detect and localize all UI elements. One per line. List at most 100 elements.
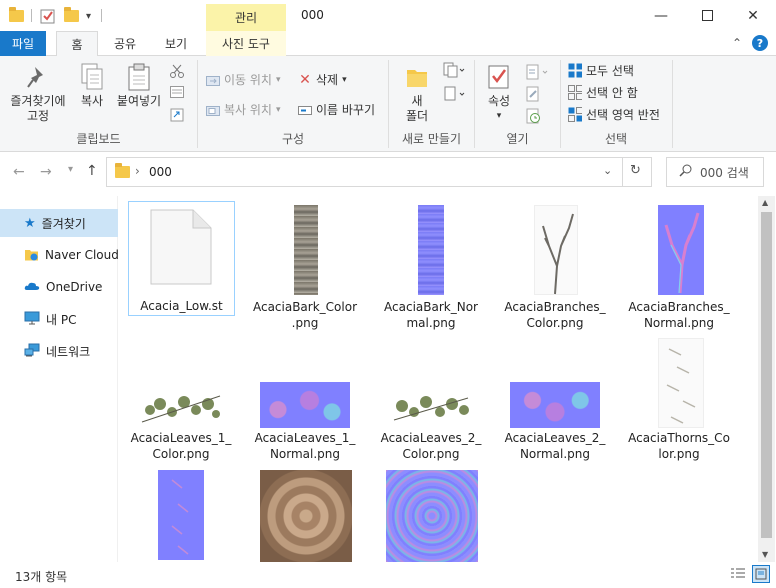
file-item[interactable]: AcaciaLeaves_2_ Color.png <box>376 378 486 468</box>
blank-file-icon <box>149 208 213 289</box>
copy-icon <box>78 62 106 92</box>
history-icon[interactable] <box>525 108 541 124</box>
file-name: AcaciaBark_Nor mal.png <box>384 300 478 330</box>
tab-share[interactable]: 공유 <box>104 31 146 56</box>
file-list: Acacia_Low.st AcaciaBark_Color .png Acac… <box>118 196 758 562</box>
properties-button[interactable]: 속성 ▾ <box>481 62 517 124</box>
bark-color-thumbnail <box>294 205 318 295</box>
nav-item-label: OneDrive <box>46 280 103 294</box>
cut-icon[interactable] <box>170 64 184 78</box>
collapse-ribbon-icon[interactable]: ⌃ <box>732 36 742 50</box>
quick-access-folder-icon[interactable] <box>9 6 24 26</box>
file-item[interactable]: AcaciaBranches_ Color.png <box>500 201 610 330</box>
large-icons-view-icon[interactable] <box>752 565 770 583</box>
file-item[interactable] <box>126 468 236 562</box>
pin-to-quick-access-button[interactable]: 즐겨찾기에 고정 <box>6 62 70 124</box>
maximize-button[interactable] <box>684 0 730 31</box>
help-icon[interactable]: ? <box>752 35 768 51</box>
properties-label: 속성 <box>487 94 511 108</box>
select-all-label: 모두 선택 <box>586 64 634 78</box>
file-item[interactable] <box>376 468 486 562</box>
forward-button[interactable]: → <box>40 164 52 180</box>
pin-label: 즐겨찾기에 고정 <box>10 94 66 123</box>
minimize-button[interactable]: — <box>638 0 684 31</box>
delete-button[interactable]: ✕ 삭제 ▾ <box>298 71 347 88</box>
tab-file[interactable]: 파일 <box>0 31 46 56</box>
tab-view[interactable]: 보기 <box>152 31 200 56</box>
wood-color-thumbnail <box>260 470 352 562</box>
copy-to-button[interactable]: 복사 위치 ▾ <box>206 101 281 118</box>
invert-selection-button[interactable]: 선택 영역 반전 <box>568 106 660 123</box>
new-folder-button[interactable]: 새 폴더 <box>397 62 437 124</box>
file-item[interactable]: AcaciaBark_Nor mal.png <box>376 201 486 330</box>
nav-item-onedrive[interactable]: OneDrive <box>0 273 118 301</box>
paste-button[interactable]: 붙여넣기 <box>114 62 164 109</box>
select-none-button[interactable]: 선택 안 함 <box>568 84 638 101</box>
properties-quick-icon[interactable] <box>40 6 56 26</box>
chevron-down-icon: ▾ <box>496 111 502 121</box>
address-path[interactable]: 000 <box>149 165 172 179</box>
nav-item-network[interactable]: 네트워크 <box>0 337 118 365</box>
close-button[interactable]: ✕ <box>730 0 776 31</box>
naver-cloud-icon <box>24 247 39 264</box>
copy-label: 복사 <box>80 94 104 108</box>
nav-item-quick-access[interactable]: ★ 즐겨찾기 <box>0 209 118 237</box>
bark-normal-thumbnail <box>418 205 444 295</box>
nav-item-this-pc[interactable]: 내 PC <box>0 305 118 333</box>
chevron-down-icon: ▾ <box>275 74 281 85</box>
thorns-normal-thumbnail <box>158 470 204 560</box>
copy-button[interactable]: 복사 <box>74 62 110 109</box>
search-icon <box>679 164 692 180</box>
back-button[interactable]: ← <box>13 164 25 180</box>
file-item[interactable] <box>250 468 360 562</box>
new-folder-quick-icon[interactable] <box>64 6 79 26</box>
recent-locations-button[interactable]: ▾ <box>68 164 73 175</box>
scroll-thumb[interactable] <box>761 212 772 538</box>
rename-button[interactable]: 이름 바꾸기 <box>298 101 375 118</box>
file-name: AcaciaThorns_Co lor.png <box>628 431 730 461</box>
tab-home[interactable]: 홈 <box>56 31 98 57</box>
file-name: AcaciaLeaves_2_ Color.png <box>380 431 482 461</box>
refresh-icon[interactable]: ↻ <box>630 163 641 178</box>
scroll-up-icon[interactable]: ▲ <box>762 198 768 207</box>
search-input[interactable]: 000 검색 <box>666 157 764 187</box>
move-to-button[interactable]: 이동 위치 ▾ <box>206 71 281 88</box>
ribbon: 즐겨찾기에 고정 복사 붙여넣기 클립보드 이동 위치 ▾ ✕ 삭제 ▾ 복사 … <box>0 56 776 152</box>
ribbon-tabs: 파일 홈 공유 보기 사진 도구 ⌃ ? <box>0 31 776 57</box>
file-item[interactable]: AcaciaLeaves_1_ Normal.png <box>250 378 360 468</box>
move-to-label: 이동 위치 <box>224 73 272 87</box>
select-all-button[interactable]: 모두 선택 <box>568 62 634 79</box>
scroll-down-icon[interactable]: ▼ <box>762 550 768 559</box>
customize-quick-access-icon[interactable]: ▾ <box>86 6 91 26</box>
paste-shortcut-icon[interactable] <box>170 108 184 122</box>
easy-access-icon[interactable] <box>443 86 465 102</box>
up-button[interactable]: ↑ <box>86 163 98 179</box>
invert-selection-icon <box>568 107 582 122</box>
copy-path-icon[interactable] <box>170 86 184 98</box>
title-bar: ▾ 관리 000 — ✕ <box>0 0 776 31</box>
open-icon[interactable] <box>525 64 549 80</box>
file-item[interactable]: AcaciaBranches_ Normal.png <box>624 201 734 330</box>
address-bar[interactable]: › 000 ⌄ ↻ <box>106 157 652 187</box>
delete-icon: ✕ <box>299 71 311 88</box>
file-item[interactable]: AcaciaLeaves_2_ Normal.png <box>500 378 610 468</box>
new-item-icon[interactable] <box>443 62 465 78</box>
nav-item-naver-cloud[interactable]: Naver Cloud <box>0 241 118 269</box>
file-item[interactable]: AcaciaThorns_Co lor.png <box>624 336 734 468</box>
file-item[interactable]: Acacia_Low.st <box>128 201 235 316</box>
clipboard-group-label: 클립보드 <box>76 132 121 146</box>
star-icon: ★ <box>24 215 36 231</box>
divider <box>101 9 102 22</box>
paste-label: 붙여넣기 <box>116 94 162 108</box>
file-item[interactable]: AcaciaBark_Color .png <box>250 201 360 330</box>
file-item[interactable]: AcaciaLeaves_1_ Color.png <box>126 378 236 468</box>
leaves-normal-thumbnail <box>260 382 350 428</box>
file-name: AcaciaBranches_ Color.png <box>504 300 606 330</box>
ribbon-help-area: ⌃ ? <box>732 35 768 51</box>
tab-picture-tools[interactable]: 사진 도구 <box>206 31 286 56</box>
address-dropdown-icon[interactable]: ⌄ <box>603 164 612 177</box>
edit-icon[interactable] <box>525 86 541 102</box>
vertical-scrollbar[interactable]: ▲ ▼ <box>758 196 775 562</box>
copy-to-icon <box>206 103 220 117</box>
details-view-icon[interactable] <box>730 567 746 584</box>
